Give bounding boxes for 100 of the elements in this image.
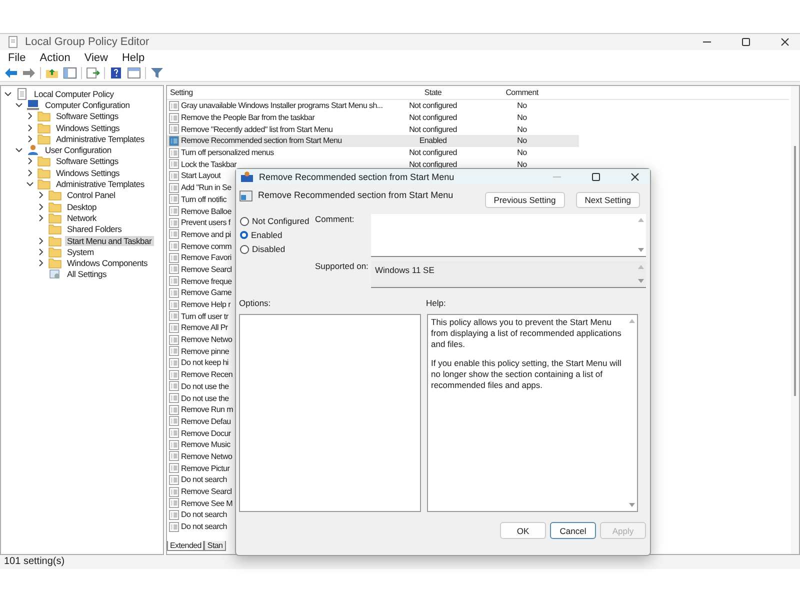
- setting-name: Do not use the: [180, 394, 229, 403]
- radio-button[interactable]: [240, 244, 249, 254]
- radio-option[interactable]: Disabled: [240, 244, 315, 254]
- comment-cell-text: No: [516, 124, 528, 134]
- scrollbar[interactable]: [791, 86, 799, 554]
- tree-item[interactable]: Windows Settings: [54, 122, 122, 133]
- nav-button[interactable]: Previous Setting: [484, 192, 565, 208]
- setting-name: Do not search: [180, 475, 227, 484]
- folder-icon: [48, 200, 62, 213]
- export-list-icon[interactable]: [86, 67, 100, 79]
- menu-item[interactable]: Action: [40, 52, 70, 64]
- setting-name: Remove and pi: [180, 230, 231, 239]
- tree-view-icon[interactable]: [63, 67, 77, 79]
- nav-button[interactable]: Next Setting: [576, 192, 640, 208]
- setting-name: Remove Searcl: [180, 264, 232, 274]
- scroll-down-icon[interactable]: [628, 501, 636, 509]
- folder-icon: [37, 132, 51, 145]
- window-title: Local Group Policy Editor: [25, 36, 150, 48]
- status-text: 101 setting(s): [4, 556, 65, 567]
- folder-icon: [48, 257, 62, 270]
- setting-name: Remove Run m: [180, 405, 233, 414]
- tree-item[interactable]: Desktop: [65, 202, 98, 212]
- setting-name: Remove Favori: [180, 253, 232, 262]
- dialog-button[interactable]: Cancel: [550, 522, 596, 539]
- properties-icon[interactable]: [127, 67, 141, 79]
- view-tab[interactable]: Stan: [204, 541, 226, 551]
- radio-button[interactable]: [240, 216, 249, 226]
- setting-name: Do not search: [180, 510, 227, 520]
- tree-item[interactable]: All Settings: [65, 269, 109, 280]
- menu-item[interactable]: File: [8, 52, 26, 64]
- tree-item[interactable]: Windows Components: [65, 258, 150, 268]
- scroll-down-icon[interactable]: [637, 246, 645, 254]
- setting-name: Remove Music: [180, 440, 230, 450]
- policy-icon: [240, 171, 254, 183]
- menu-item[interactable]: View: [84, 52, 108, 64]
- tree-item[interactable]: Start Menu and Taskbar: [65, 236, 154, 246]
- tree-item[interactable]: Shared Folders: [65, 224, 124, 234]
- close-icon[interactable]: [630, 172, 640, 182]
- folder-icon: [48, 223, 62, 236]
- selected-row[interactable]: Remove Recommended section from Start Menu Enabled No: [167, 135, 579, 147]
- column-header[interactable]: Comment: [467, 88, 577, 97]
- tree-item[interactable]: Software Settings: [54, 111, 120, 122]
- setting-name: Do not search: [180, 522, 227, 532]
- setting-name: Remove Balloe: [180, 206, 232, 216]
- setting-name: Remove See M: [180, 498, 233, 508]
- tree-item[interactable]: Windows Settings: [54, 168, 122, 178]
- comment-label: Comment:: [315, 214, 356, 226]
- setting-name: Gray unavailable Windows Installer programs Start Menu sh...: [180, 101, 384, 110]
- tree-item[interactable]: Administrative Templates: [54, 134, 146, 144]
- menu-item[interactable]: Help: [122, 52, 145, 64]
- setting-name: Remove Netwo: [180, 335, 232, 344]
- setting-name: Turn off user tr: [180, 312, 228, 321]
- comment-cell-text: No: [516, 136, 528, 146]
- setting-name: Remove Searcl: [180, 487, 232, 496]
- setting-name: Start Layout: [180, 171, 221, 180]
- back-arrow-icon[interactable]: [4, 67, 18, 79]
- tree-item[interactable]: Administrative Templates: [54, 179, 146, 190]
- maximize-icon[interactable]: [591, 172, 601, 182]
- options-label: Options:: [239, 298, 272, 308]
- setting-name: Remove Docur: [180, 428, 231, 438]
- setting-name: Remove pinne: [180, 346, 229, 356]
- tree-item[interactable]: Local Computer Policy: [32, 88, 116, 99]
- filter-icon[interactable]: [150, 67, 164, 79]
- setting-name: Do not use the: [180, 382, 229, 391]
- supported-on-label: Supported on:: [315, 261, 370, 273]
- dialog-title: Remove Recommended section from Start Menu: [259, 172, 454, 182]
- close-icon[interactable]: [780, 37, 790, 47]
- tree-item[interactable]: Network: [65, 212, 98, 223]
- column-header[interactable]: State: [399, 88, 467, 97]
- radio-option[interactable]: Not Configured: [240, 216, 315, 226]
- folder-icon: [48, 189, 62, 202]
- folder-icon: [48, 212, 62, 224]
- column-header[interactable]: Setting: [167, 88, 399, 97]
- help-icon[interactable]: [109, 67, 123, 79]
- setting-name: Remove Netwo: [180, 452, 232, 461]
- view-tab[interactable]: Extended: [167, 541, 204, 551]
- comment-field[interactable]: [371, 214, 646, 257]
- setting-name: Remove comm: [180, 242, 232, 251]
- help-paragraph: If you enable this policy setting, the Start Menu will no longer show the section containing a list of recommended files and apps.: [431, 358, 622, 391]
- state-cell-text: Not configured: [408, 148, 458, 158]
- state-cell-text: Not configured: [408, 160, 458, 169]
- tree-item[interactable]: System: [65, 246, 96, 257]
- setting-name: Add "Run in Se: [180, 183, 232, 192]
- dialog-button[interactable]: OK: [500, 522, 546, 539]
- setting-name: Turn off personalized menus: [180, 148, 275, 158]
- setting-name: Lock the Taskbar: [180, 160, 238, 169]
- setting-name: Turn off notific: [180, 194, 226, 204]
- tree-item[interactable]: Software Settings: [54, 156, 120, 166]
- forward-arrow-icon[interactable]: [22, 67, 36, 79]
- tree-item[interactable]: Computer Configuration: [43, 100, 132, 110]
- folder-icon: [48, 234, 62, 247]
- help-label: Help:: [426, 298, 446, 308]
- radio-button[interactable]: [240, 231, 248, 239]
- radio-option[interactable]: Enabled: [240, 230, 315, 240]
- maximize-icon[interactable]: [741, 37, 751, 47]
- setting-name: Prevent users f: [180, 218, 230, 228]
- tree-item[interactable]: User Configuration: [43, 145, 114, 156]
- tree-item[interactable]: Control Panel: [65, 190, 118, 200]
- folder-up-icon[interactable]: [45, 67, 59, 79]
- folder-icon: [37, 110, 51, 122]
